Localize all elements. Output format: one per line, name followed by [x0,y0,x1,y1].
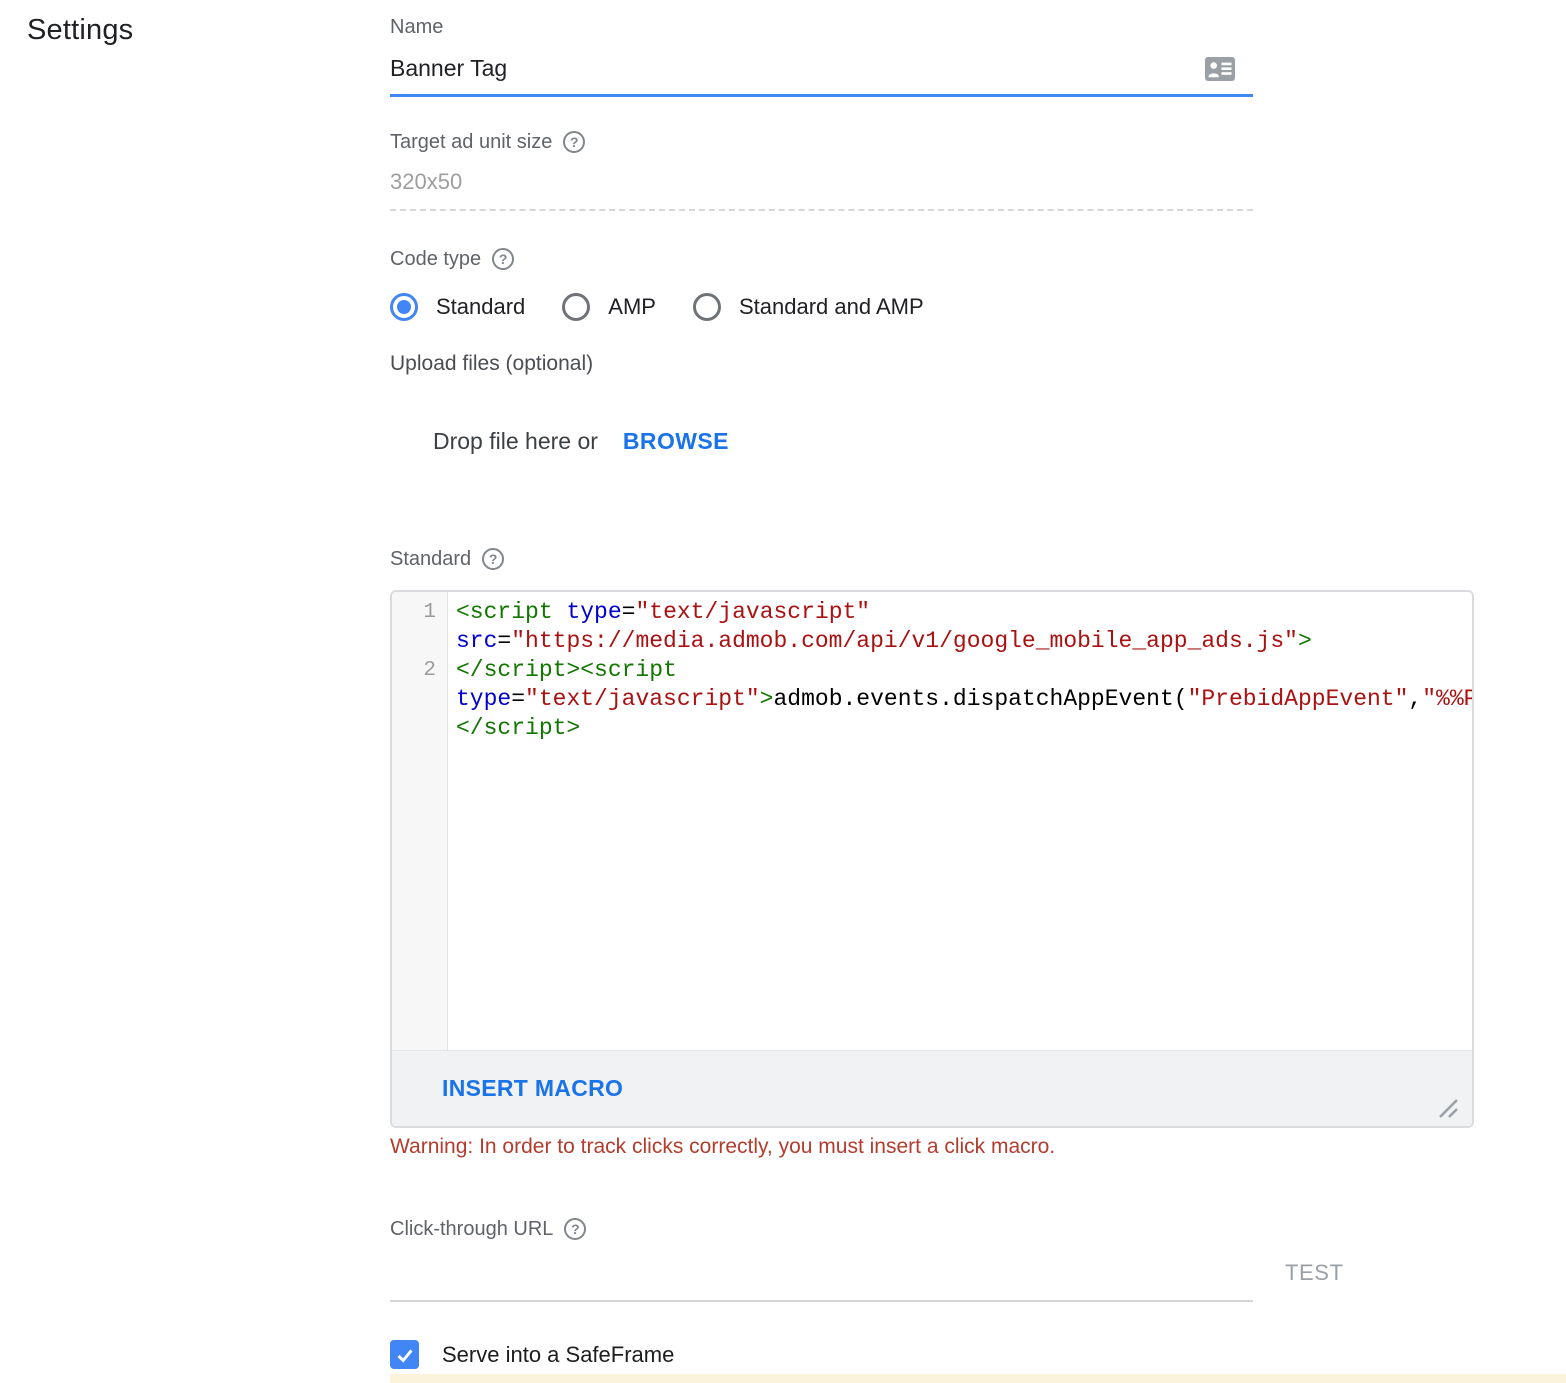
radio-circle-icon [390,293,418,321]
code-type-label: Code type [390,246,481,272]
radio-label: Standard [436,294,525,320]
radio-amp[interactable]: AMP [562,293,656,321]
radio-standard-and-amp[interactable]: Standard and AMP [693,293,924,321]
page-title: Settings [27,14,390,47]
radio-standard[interactable]: Standard [390,293,525,321]
click-through-url-input[interactable] [390,1254,1253,1302]
safeframe-label: Serve into a SafeFrame [442,1342,674,1368]
editor-footer: INSERT MACRO [392,1050,1472,1126]
standard-code-label: Standard [390,546,471,572]
code-rows: 1<script type="text/javascript" src="htt… [392,592,1472,743]
drop-file-text: Drop file here or [433,428,598,455]
line-number: 2 [392,656,448,743]
contact-card-icon [1204,56,1236,82]
code-type-radio-group: Standard AMP Standard and AMP [390,292,1566,321]
settings-form: Name Target ad unit size ? 320x50 [390,0,1566,1383]
target-ad-unit-size-section: Target ad unit size ? 320x50 [390,129,1566,211]
click-macro-warning: Warning: In order to track clicks correc… [390,1134,1566,1160]
browse-button[interactable]: BROWSE [623,428,729,455]
target-ad-unit-size-label: Target ad unit size [390,129,552,155]
safeframe-checkbox[interactable] [390,1340,419,1369]
code-editor: 1<script type="text/javascript" src="htt… [390,590,1474,1128]
upload-files-label: Upload files (optional) [390,352,1566,376]
name-label: Name [390,14,1566,40]
click-through-url-help-icon[interactable]: ? [564,1218,586,1240]
resize-grip-icon[interactable] [1436,1096,1458,1118]
left-column: Settings [0,0,390,1383]
radio-circle-icon [562,293,590,321]
code-line: <script type="text/javascript" src="http… [448,598,1472,656]
insert-macro-button[interactable]: INSERT MACRO [442,1075,623,1102]
radio-label: Standard and AMP [739,294,924,320]
name-field [390,55,1253,97]
name-input[interactable] [390,55,1204,82]
line-number: 1 [392,598,448,656]
code-type-help-icon[interactable]: ? [492,248,514,270]
radio-circle-icon [693,293,721,321]
safeframe-row: Serve into a SafeFrame [390,1340,1566,1369]
test-button[interactable]: TEST [1285,1260,1344,1302]
settings-page: Settings Name Target ad unit size [0,0,1566,1383]
code-type-section: Code type ? Standard AMP Standard and AMP [390,246,1566,321]
target-ad-unit-size-value: 320x50 [390,169,1253,211]
checkmark-icon [394,1344,416,1366]
radio-label: AMP [608,294,656,320]
standard-code-help-icon[interactable]: ? [482,548,504,570]
code-input[interactable]: 1<script type="text/javascript" src="htt… [392,592,1472,1050]
click-through-url-label: Click-through URL [390,1216,553,1242]
click-through-url-section: Click-through URL ? TEST [390,1216,1566,1302]
code-line: </script><script type="text/javascript">… [448,656,1472,743]
target-ad-unit-size-help-icon[interactable]: ? [563,131,585,153]
file-drop-zone[interactable]: Drop file here or BROWSE [390,428,1566,458]
